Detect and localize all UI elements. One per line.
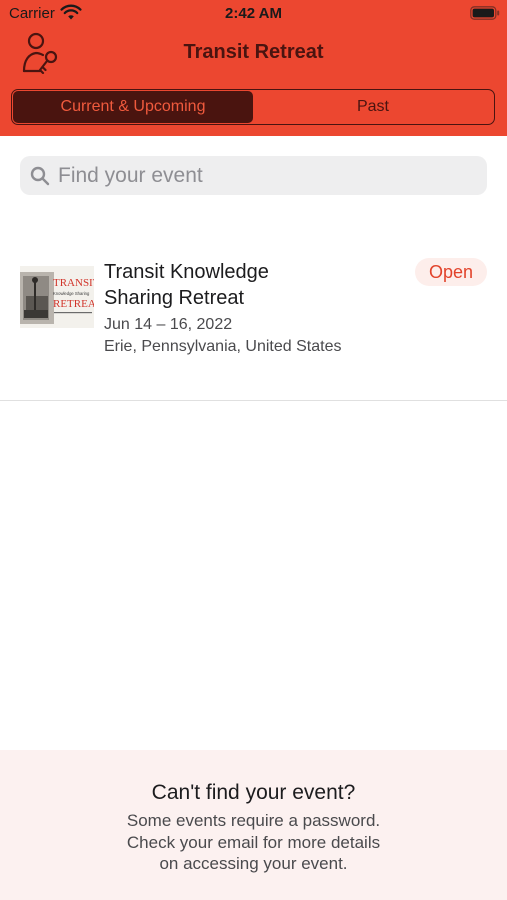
event-location: Erie, Pennsylvania, United States [104, 338, 342, 355]
footer-message: Some events require a password. Check yo… [0, 810, 507, 875]
clock: 2:42 AM [225, 5, 282, 22]
battery-icon [470, 6, 500, 20]
footer-message-line2: Check your email for more details [126, 832, 381, 852]
search-input[interactable] [58, 156, 478, 195]
list-divider [0, 400, 507, 401]
event-filter-segmented-control: Current & Upcoming Past [11, 89, 495, 125]
event-status-badge: Open [415, 258, 487, 286]
event-logo-line3: RETREAT [53, 298, 94, 310]
search-icon [30, 166, 50, 186]
footer-title: Can't find your event? [151, 781, 356, 804]
event-title-line2: Sharing Retreat [104, 287, 245, 309]
footer-message-line1: Some events require a password. [126, 811, 381, 830]
event-date: Jun 14 – 16, 2022 [104, 316, 233, 333]
help-footer: Can't find your event? Some events requi… [0, 750, 507, 900]
header: Carrier 2:42 AM Transit Retreat Current … [0, 0, 507, 136]
event-logo-line2: Knowledge Sharing [53, 291, 90, 296]
nav-bar: Transit Retreat [0, 28, 507, 78]
event-logo-line1: TRANSIT [53, 277, 94, 289]
search-field[interactable] [20, 156, 487, 195]
event-title-line1: Transit Knowledge [104, 261, 269, 283]
login-button[interactable] [20, 30, 66, 75]
event-thumbnail: TRANSIT Knowledge Sharing RETREAT [20, 266, 94, 328]
footer-message-line3: on accessing your event. [159, 854, 348, 873]
nav-title: Transit Retreat [183, 41, 324, 63]
segment-current-upcoming[interactable]: Current & Upcoming [13, 91, 253, 123]
event-logo-image: TRANSIT Knowledge Sharing RETREAT [20, 266, 94, 328]
event-list-item[interactable]: TRANSIT Knowledge Sharing RETREAT Transi… [0, 240, 507, 400]
segment-past[interactable]: Past [253, 91, 493, 123]
user-key-icon [22, 32, 58, 75]
status-bar: Carrier 2:42 AM [0, 0, 507, 28]
event-title: Transit Knowledge Sharing Retreat [104, 259, 404, 311]
